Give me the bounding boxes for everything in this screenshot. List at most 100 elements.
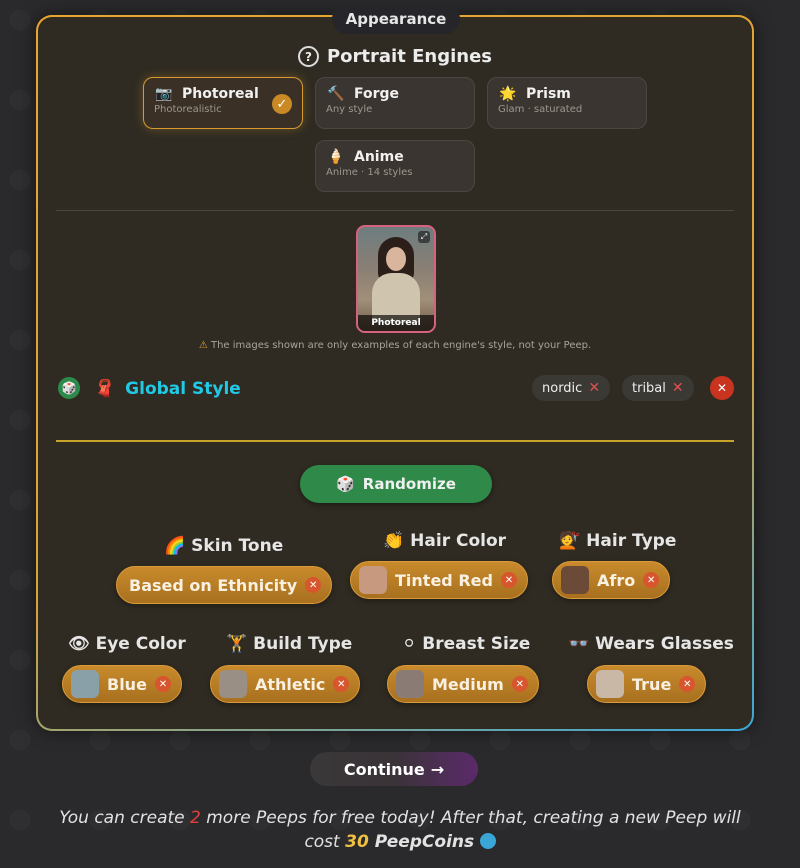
- remove-chip-icon[interactable]: ✕: [500, 572, 517, 588]
- help-icon[interactable]: ?: [297, 46, 319, 67]
- engine-forge[interactable]: 🔨 Forge Any style: [315, 77, 475, 129]
- global-style-heading: 🧣 Global Style: [94, 379, 241, 399]
- engine-photoreal[interactable]: 📷 Photoreal Photorealistic ✓: [143, 77, 303, 129]
- panel-title: Appearance: [332, 4, 460, 34]
- build-type-thumbnail: [219, 670, 247, 698]
- engine-name: Anime: [354, 149, 404, 165]
- hair-color-label: 👏 Hair Color: [383, 531, 506, 551]
- dice-icon: 🎲: [336, 475, 355, 493]
- disclaimer-text: The images shown are only examples of ea…: [210, 340, 592, 351]
- attr-label-text: Eye Color: [95, 634, 186, 654]
- engine-prism[interactable]: 🌟 Prism Glam · saturated: [487, 77, 647, 129]
- arrow-right-icon: →: [430, 759, 445, 779]
- divider: [56, 210, 734, 211]
- skin-tone-label: 🌈 Skin Tone: [164, 536, 283, 556]
- engine-name: Prism: [526, 86, 571, 102]
- engine-subtitle: Any style: [326, 104, 373, 115]
- chip-value: Based on Ethnicity: [129, 575, 298, 595]
- hair-type-thumbnail: [561, 566, 589, 594]
- build-type-chip[interactable]: Athletic ✕: [210, 665, 361, 703]
- camera-icon: 📷: [155, 86, 173, 102]
- eye-icon: 👁: [68, 634, 90, 654]
- portrait-engines-title: Portrait Engines: [326, 46, 492, 67]
- engine-preview-image[interactable]: ⤢ Photoreal: [356, 225, 436, 333]
- attr-label-text: Build Type: [253, 634, 353, 654]
- expand-icon[interactable]: ⤢: [418, 231, 430, 243]
- attr-label-text: Skin Tone: [191, 536, 284, 556]
- build-type-label: 🏋 Build Type: [226, 634, 352, 654]
- chip-value: Medium: [432, 674, 504, 694]
- footer-text: You can create: [59, 808, 191, 828]
- hair-type-chip[interactable]: Afro ✕: [552, 561, 671, 599]
- chip-value: Afro: [597, 570, 636, 590]
- attr-label-text: Breast Size: [422, 634, 531, 654]
- attr-label-text: Wears Glasses: [595, 634, 734, 654]
- skin-tone-chip[interactable]: Based on Ethnicity ✕: [116, 566, 333, 604]
- glasses-icon: 👓: [568, 634, 590, 654]
- weightlifter-icon: 🏋: [226, 634, 248, 654]
- warning-icon: ⚠: [198, 340, 208, 351]
- circle-icon: ⚪: [402, 634, 417, 654]
- scarf-icon: 🧣: [94, 379, 116, 399]
- preview-face: [386, 247, 406, 271]
- continue-button[interactable]: Continue →: [310, 752, 478, 786]
- appearance-panel: Appearance ? Portrait Engines 📷 Photoreal…: [36, 4, 754, 731]
- free-count: 2: [190, 808, 201, 828]
- remove-tag-icon[interactable]: ✕: [672, 380, 684, 396]
- chip-value: True: [632, 674, 672, 694]
- hammer-icon: 🔨: [327, 86, 345, 102]
- tag-label: tribal: [632, 380, 666, 396]
- hair-color-chip[interactable]: Tinted Red ✕: [350, 561, 528, 599]
- chip-value: Blue: [107, 674, 147, 694]
- tag-label: nordic: [542, 380, 583, 396]
- chip-value: Tinted Red: [395, 570, 493, 590]
- attr-label-text: Hair Color: [410, 531, 507, 551]
- check-icon: ✓: [272, 94, 292, 114]
- engine-anime[interactable]: 🍦 Anime Anime · 14 styles: [315, 140, 475, 192]
- remove-chip-icon[interactable]: ✕: [333, 676, 350, 692]
- portrait-engines-heading: ? Portrait Engines: [38, 46, 752, 67]
- peepcoin-icon: [479, 833, 496, 849]
- eye-color-chip[interactable]: Blue ✕: [62, 665, 182, 703]
- eye-color-label: 👁 Eye Color: [68, 634, 186, 654]
- gold-divider: [56, 440, 734, 442]
- remove-chip-icon[interactable]: ✕: [679, 676, 696, 692]
- breast-size-thumbnail: [396, 670, 424, 698]
- breast-size-label: ⚪ Breast Size: [402, 634, 530, 654]
- disclaimer: ⚠ The images shown are only examples of …: [38, 340, 752, 351]
- randomize-label: Randomize: [362, 475, 456, 493]
- haircut-icon: 💇: [559, 531, 581, 551]
- free-peeps-notice: You can create 2 more Peeps for free tod…: [0, 806, 800, 854]
- star-icon: 🌟: [499, 86, 517, 102]
- remove-chip-icon[interactable]: ✕: [305, 577, 322, 593]
- hair-type-label: 💇 Hair Type: [559, 531, 676, 551]
- remove-chip-icon[interactable]: ✕: [154, 676, 171, 692]
- remove-tag-icon[interactable]: ✕: [588, 380, 600, 396]
- engine-name: Photoreal: [182, 86, 259, 102]
- randomize-button[interactable]: 🎲 Randomize: [300, 465, 492, 503]
- dice-icon[interactable]: 🎲: [58, 377, 80, 399]
- wears-glasses-label: 👓 Wears Glasses: [568, 634, 734, 654]
- global-style-title: Global Style: [125, 379, 241, 399]
- remove-chip-icon[interactable]: ✕: [511, 676, 528, 692]
- breast-size-chip[interactable]: Medium ✕: [387, 665, 539, 703]
- style-tag[interactable]: nordic ✕: [532, 375, 611, 401]
- engine-name: Forge: [354, 86, 400, 102]
- currency-label: PeepCoins: [368, 832, 475, 852]
- rainbow-icon: 🌈: [164, 536, 186, 556]
- wears-glasses-thumbnail: [596, 670, 624, 698]
- attr-label-text: Hair Type: [586, 531, 677, 551]
- engine-subtitle: Anime · 14 styles: [326, 167, 413, 178]
- continue-label: Continue: [343, 759, 425, 779]
- ice-cream-icon: 🍦: [327, 149, 345, 165]
- wears-glasses-chip[interactable]: True ✕: [587, 665, 707, 703]
- eye-color-thumbnail: [71, 670, 99, 698]
- remove-chip-icon[interactable]: ✕: [643, 572, 660, 588]
- preview-label: Photoreal: [358, 315, 434, 331]
- engine-subtitle: Glam · saturated: [498, 104, 583, 115]
- style-tag[interactable]: tribal ✕: [622, 375, 694, 401]
- clear-tags-button[interactable]: ✕: [710, 376, 734, 400]
- hair-color-thumbnail: [359, 566, 387, 594]
- global-style-row: 🎲 🧣 Global Style nordic ✕ tribal ✕ ✕: [56, 375, 734, 407]
- peep-cost: 30: [345, 832, 369, 852]
